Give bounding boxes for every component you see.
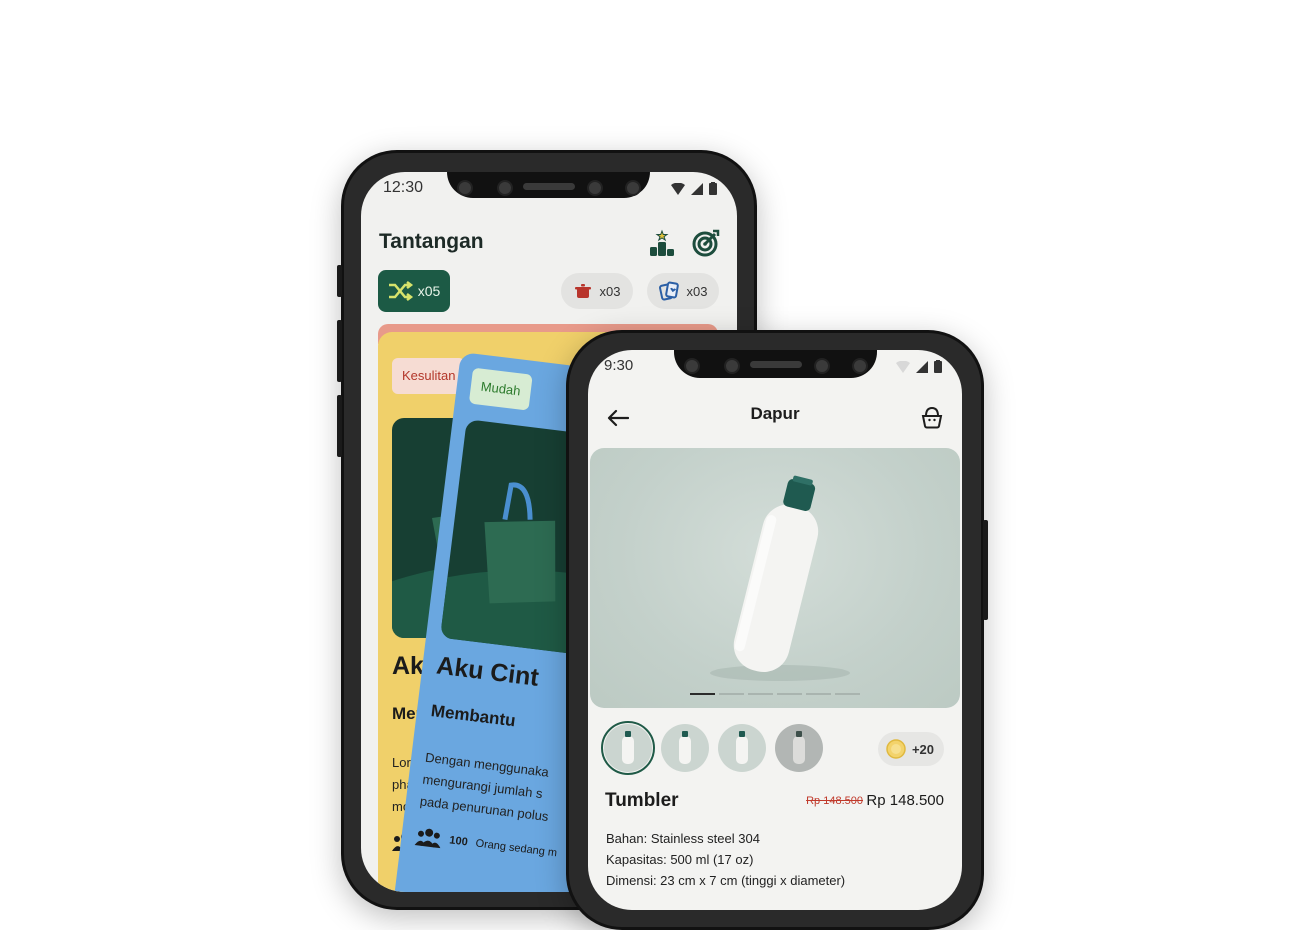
people-icon: [414, 828, 441, 849]
carousel-dot[interactable]: [835, 693, 860, 695]
spec-dimensions: Dimensi: 23 cm x 7 cm (tinggi x diameter…: [606, 873, 846, 888]
pot-count: x03: [599, 283, 621, 299]
wifi-icon: [671, 182, 685, 195]
price-current: Rp 148.500: [866, 792, 944, 809]
price-original: Rp 148.500: [806, 795, 863, 807]
difficulty-badge: Kesulitan: [392, 358, 466, 394]
shuffle-count: x05: [417, 283, 441, 299]
shuffle-button[interactable]: x05: [378, 270, 450, 312]
volume-down-button: [337, 395, 342, 457]
shuffle-icon: [388, 281, 413, 301]
participants-label: Orang sedang m: [474, 837, 558, 860]
notch: [674, 350, 877, 378]
status-icons: [671, 182, 717, 195]
basket-icon[interactable]: [916, 401, 948, 433]
right-phone: 9:30 Dapur +20 Tumbler Rp 148.500 Rp 148…: [566, 330, 988, 930]
thumbnail-1[interactable]: [601, 721, 655, 775]
battery-icon: [934, 360, 942, 373]
coin-icon: [886, 739, 906, 759]
coin-reward: +20: [877, 732, 944, 766]
thumbnail-3[interactable]: [718, 724, 766, 772]
card-subtitle: Membantu: [429, 701, 517, 731]
status-time: 9:30: [604, 357, 634, 374]
status-icons: [896, 360, 942, 373]
thumbnail-2[interactable]: [661, 724, 709, 772]
participants: 100 Orang sedang m: [414, 826, 558, 863]
spec-material: Bahan: Stainless steel 304: [606, 831, 760, 846]
carousel-indicator: [690, 693, 860, 695]
cards-pill[interactable]: x03: [647, 273, 719, 309]
tumbler-image: [710, 475, 850, 681]
participants-count: 100: [448, 834, 469, 849]
cards-icon: [658, 281, 679, 301]
notch: [447, 172, 650, 198]
leaderboard-icon[interactable]: [645, 226, 679, 260]
thumbnail-4[interactable]: [775, 724, 823, 772]
signal-icon: [691, 182, 703, 195]
card-body: Dengan menggunaka mengurangi jumlah s pa…: [419, 749, 550, 825]
mute-switch: [337, 265, 342, 297]
spec-capacity: Kapasitas: 500 ml (17 oz): [606, 852, 754, 867]
battery-icon: [709, 182, 717, 195]
carousel-dot[interactable]: [777, 693, 802, 695]
coin-amount: +20: [911, 741, 934, 757]
carousel-dot[interactable]: [806, 693, 831, 695]
carousel-dot[interactable]: [748, 693, 773, 695]
target-icon[interactable]: [689, 226, 723, 260]
card-title: Aku Cint: [434, 651, 541, 692]
right-screen: 9:30 Dapur +20 Tumbler Rp 148.500 Rp 148…: [588, 350, 962, 910]
product-specs: Bahan: Stainless steel 304 Kapasitas: 50…: [606, 828, 845, 891]
product-name: Tumbler: [605, 790, 679, 811]
carousel-dot[interactable]: [719, 693, 744, 695]
pot-pill[interactable]: x03: [561, 273, 633, 309]
page-title: Tantangan: [379, 230, 484, 253]
signal-icon: [916, 360, 928, 373]
power-button: [983, 520, 988, 620]
difficulty-badge: Mudah: [468, 367, 533, 411]
pot-icon: [574, 284, 591, 298]
cards-count: x03: [686, 283, 708, 299]
status-time: 12:30: [383, 179, 424, 196]
page-title: Dapur: [750, 404, 800, 423]
volume-up-button: [337, 320, 342, 382]
wifi-icon: [896, 360, 910, 373]
carousel-dot[interactable]: [690, 693, 715, 695]
product-image-carousel[interactable]: [590, 448, 960, 708]
thumbnail-strip: [601, 721, 823, 775]
